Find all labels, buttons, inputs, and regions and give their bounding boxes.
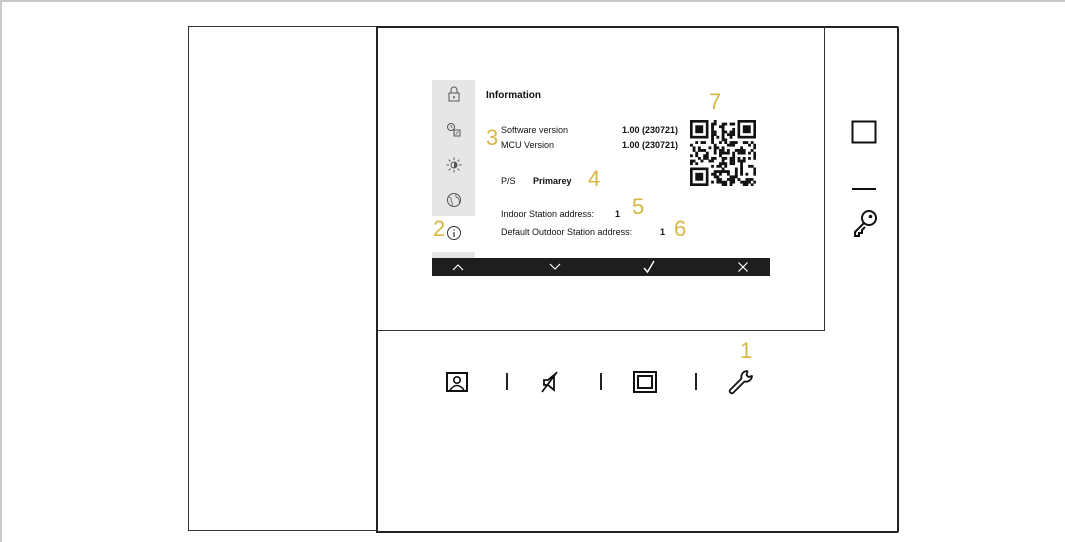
up-chevron-icon[interactable]: [438, 258, 478, 276]
square-icon: [633, 371, 657, 393]
mcu-version-value: 1.00 (230721): [622, 140, 679, 150]
square-button[interactable]: [633, 371, 657, 398]
callout-1: 1: [740, 338, 753, 363]
side-key-button[interactable]: [852, 208, 880, 243]
wrench-icon: [728, 370, 753, 395]
dash-icon: [852, 188, 876, 190]
lock-icon[interactable]: [446, 86, 462, 102]
ps-value: Primarey: [533, 176, 572, 186]
software-version-value: 1.00 (230721): [622, 125, 679, 135]
globe-icon[interactable]: [446, 192, 462, 208]
callout-3: 3: [486, 125, 499, 150]
side-dash-button[interactable]: [852, 178, 876, 196]
callout-2: 2: [433, 216, 446, 241]
separator: [600, 373, 602, 390]
callout-6: 6: [674, 216, 687, 241]
indoor-station-label: Indoor Station address:: [501, 209, 595, 219]
display-bottom-bar: [432, 258, 770, 276]
separator: [695, 373, 697, 390]
brightness-icon[interactable]: [446, 157, 462, 173]
outdoor-station-label: Default Outdoor Station address:: [501, 227, 633, 237]
check-icon[interactable]: [629, 258, 669, 276]
outdoor-station-value: 1: [660, 227, 666, 237]
clock-icon[interactable]: [446, 122, 462, 138]
callout-7: 7: [709, 89, 722, 114]
display-title: Information: [486, 90, 541, 101]
software-version-label: Software version: [501, 125, 569, 135]
settings-wrench-button[interactable]: [727, 369, 755, 400]
mute-button[interactable]: [540, 371, 562, 398]
callout-5: 5: [632, 194, 645, 219]
device-left-panel: [188, 26, 377, 531]
callout-4: 4: [588, 166, 601, 191]
qr-code: [690, 120, 756, 186]
square-icon: [851, 120, 877, 144]
ps-label: P/S: [501, 176, 516, 186]
close-icon[interactable]: [723, 258, 763, 276]
indoor-station-value: 1: [615, 209, 621, 219]
info-icon[interactable]: [446, 225, 462, 241]
portrait-button[interactable]: [446, 372, 468, 397]
separator: [506, 373, 508, 390]
mute-icon: [541, 371, 558, 393]
down-chevron-icon[interactable]: [535, 258, 575, 276]
key-icon: [854, 210, 877, 237]
side-square-button[interactable]: [851, 120, 877, 149]
mcu-version-label: MCU Version: [501, 140, 555, 150]
portrait-icon: [446, 372, 468, 392]
